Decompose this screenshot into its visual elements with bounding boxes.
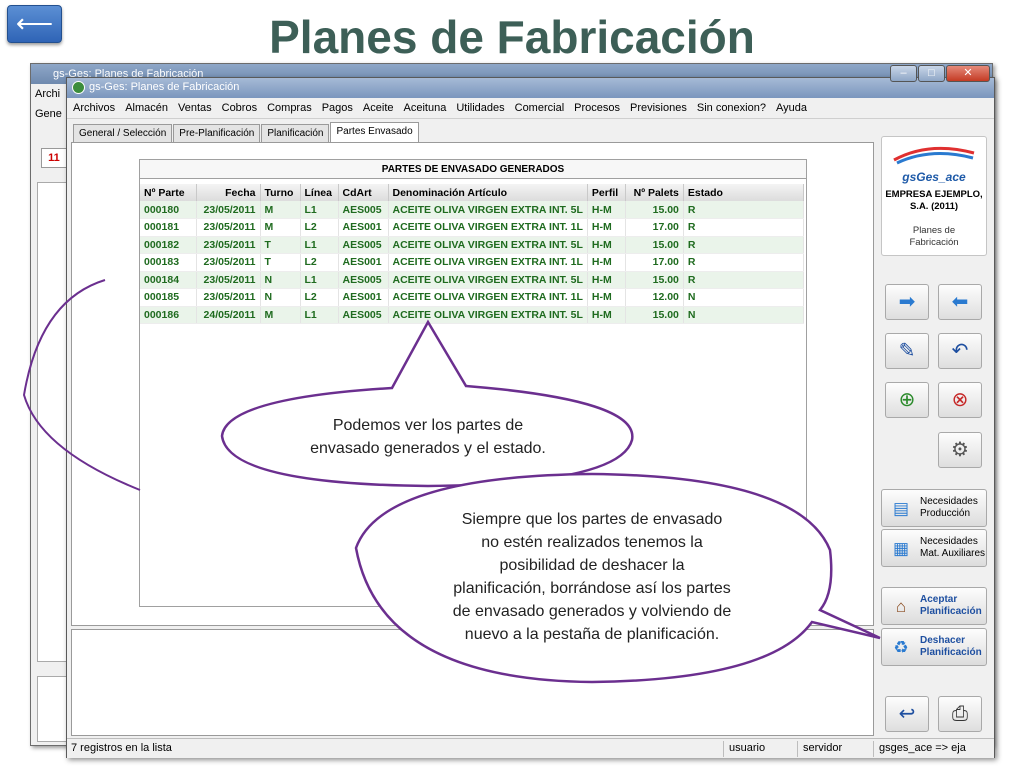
callout-text-second: Siempre que los partes de envasado no es… bbox=[410, 508, 774, 646]
callout-second-line-1: Siempre que los partes de envasado bbox=[461, 511, 723, 528]
callout-second-line-3: posibilidad de deshacer la bbox=[499, 557, 685, 574]
background-callout-fragment bbox=[22, 279, 141, 491]
callout-second-line-6: nuevo a la pestaña de planificación. bbox=[464, 626, 720, 643]
callout-shapes bbox=[22, 279, 881, 684]
callout-text-first: Podemos ver los partes de envasado gener… bbox=[250, 414, 606, 460]
callout-bubble-first bbox=[220, 319, 634, 488]
callout-second-line-4: planificación, borrándose así los partes bbox=[453, 580, 731, 597]
callout-second-line-2: no estén realizados tenemos la bbox=[481, 534, 703, 551]
callout-first-line-1: Podemos ver los partes de bbox=[332, 417, 524, 434]
callout-first-line-2: envasado generados y el estado. bbox=[310, 440, 546, 457]
callout-second-line-5: de envasado generados y volviendo de bbox=[452, 603, 732, 620]
